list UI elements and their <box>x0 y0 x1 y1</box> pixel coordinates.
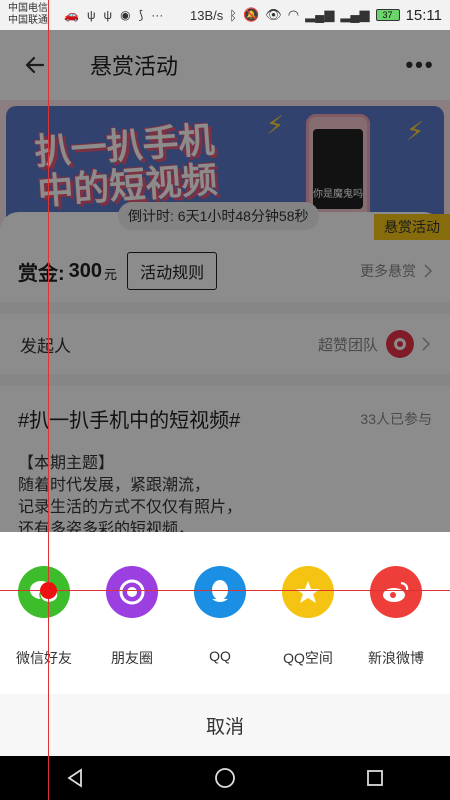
cancel-button[interactable]: 取消 <box>0 694 450 756</box>
share-weibo[interactable]: 新浪微博 <box>352 566 440 668</box>
share-qzone[interactable]: QQ空间 <box>264 566 352 668</box>
wifi-icon: ◠ <box>287 7 300 22</box>
signal-icon-2: ▂▄▆ <box>340 7 370 22</box>
usb-icon: ψ <box>86 8 96 22</box>
app-notification-icon: ◉ <box>120 8 131 22</box>
qzone-icon <box>282 566 334 618</box>
system-nav-bar <box>0 756 450 800</box>
moments-icon <box>106 566 158 618</box>
system-indicators: 13B/s ᛒ 🔕 👁 ◠ ▂▄▆ ▂▄▆ 37 15:11 <box>190 7 442 24</box>
nav-back-button[interactable] <box>45 756 105 800</box>
share-wechat-friend[interactable]: 微信好友 <box>0 566 88 668</box>
carrier-info: 中国电信 中国联通 <box>8 3 58 27</box>
recents-square-icon <box>367 770 383 786</box>
share-options: 微信好友 朋友圈 QQ QQ空间 新浪微博 <box>0 566 450 668</box>
share-label: 朋友圈 <box>111 650 153 666</box>
nav-recents-button[interactable] <box>345 756 405 800</box>
share-label: 新浪微博 <box>368 650 424 666</box>
battery-icon: 37 <box>375 9 400 21</box>
notification-icons: 🚗 ψ ψ ◉ ⟆ ··· <box>64 8 163 22</box>
app-notification-icon-2: ⟆ <box>138 8 144 22</box>
bluetooth-icon: ᛒ <box>229 7 238 23</box>
share-label: QQ空间 <box>283 650 333 666</box>
net-speed: 13B/s <box>190 7 224 23</box>
car-icon: 🚗 <box>64 8 79 22</box>
usb-icon-2: ψ <box>103 8 113 22</box>
qq-icon <box>194 566 246 618</box>
home-circle-icon <box>215 768 235 788</box>
share-label: 微信好友 <box>16 650 72 666</box>
status-bar: 中国电信 中国联通 🚗 ψ ψ ◉ ⟆ ··· 13B/s ᛒ 🔕 👁 ◠ ▂▄… <box>0 0 450 30</box>
share-moments[interactable]: 朋友圈 <box>88 566 176 668</box>
signal-icon: ▂▄▆ <box>305 7 335 22</box>
modal-backdrop[interactable] <box>0 30 450 532</box>
back-triangle-icon <box>67 768 82 788</box>
share-label: QQ <box>209 648 231 664</box>
touch-point-marker <box>40 582 57 599</box>
mute-icon: 🔕 <box>243 7 260 22</box>
share-qq[interactable]: QQ <box>176 566 264 668</box>
clock: 15:11 <box>405 6 442 24</box>
carrier-1: 中国电信 <box>8 3 48 14</box>
weibo-icon <box>370 566 422 618</box>
nav-home-button[interactable] <box>195 756 255 800</box>
touch-crosshair-vertical <box>48 0 49 800</box>
more-notifications-icon: ··· <box>151 8 164 22</box>
touch-crosshair-horizontal <box>0 590 450 591</box>
share-sheet: 微信好友 朋友圈 QQ QQ空间 新浪微博 取消 <box>0 532 450 756</box>
eye-icon: 👁 <box>265 7 282 22</box>
carrier-2: 中国联通 <box>8 15 48 26</box>
